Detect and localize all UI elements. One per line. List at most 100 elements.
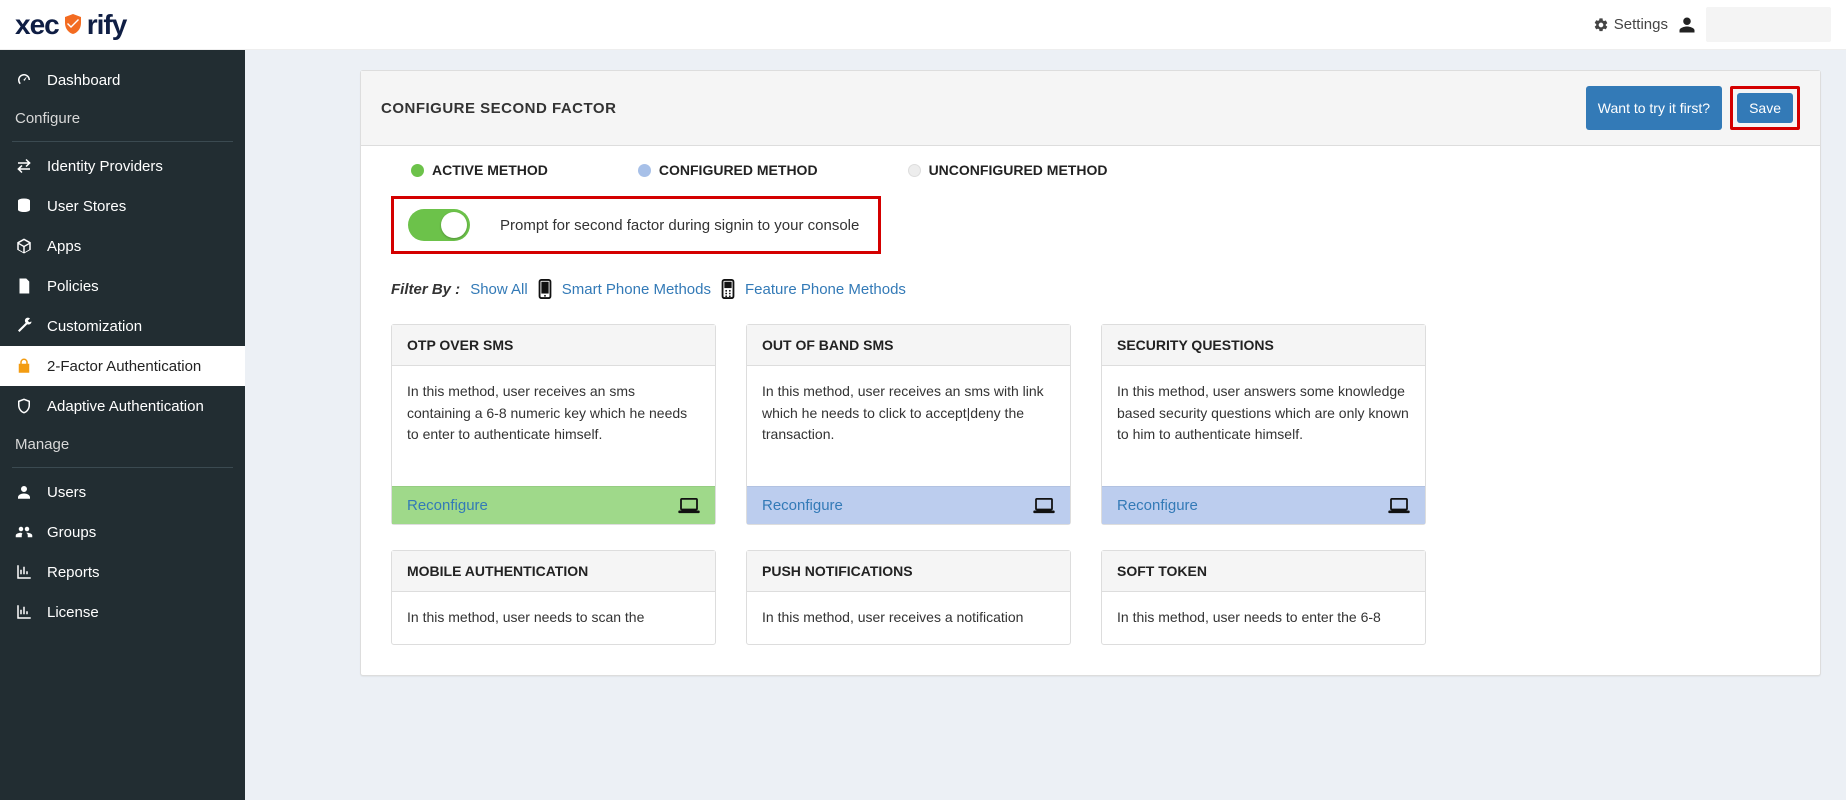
card-title: SECURITY QUESTIONS [1102,325,1425,366]
sidebar-item-users[interactable]: Users [0,472,245,512]
sidebar-item-user-stores[interactable]: User Stores [0,186,245,226]
sidebar-item-dashboard[interactable]: Dashboard [0,60,245,100]
sidebar-section-configure: Configure [0,100,245,137]
laptop-icon [1388,498,1410,514]
card-title: OTP OVER SMS [392,325,715,366]
save-button[interactable]: Save [1737,93,1793,123]
toggle-knob [441,212,467,238]
lock-icon [15,357,33,375]
user-icon [15,483,33,501]
sidebar-item-2fa[interactable]: 2-Factor Authentication [0,346,245,386]
legend-row: ACTIVE METHOD CONFIGURED METHOD UNCONFIG… [391,158,1790,182]
card-desc: In this method, user answers some knowle… [1102,366,1425,486]
sidebar-item-apps[interactable]: Apps [0,226,245,266]
dot-unconfigured-icon [908,164,921,177]
save-highlight: Save [1730,86,1800,130]
card-mobile-auth: MOBILE AUTHENTICATION In this method, us… [391,550,716,645]
laptop-icon [1033,498,1055,514]
database-icon [15,197,33,215]
sidebar-item-identity-providers[interactable]: Identity Providers [0,146,245,186]
topbar: xec rify Settings [0,0,1846,50]
sidebar-item-groups[interactable]: Groups [0,512,245,552]
sidebar-item-license[interactable]: License [0,592,245,632]
divider [12,141,233,142]
card-title: SOFT TOKEN [1102,551,1425,592]
filter-smart-phone[interactable]: Smart Phone Methods [562,281,711,298]
sidebar-item-label: 2-Factor Authentication [47,358,201,375]
card-footer: Reconfigure [392,486,715,524]
sidebar-item-label: Adaptive Authentication [47,398,204,415]
card-footer: Reconfigure [747,486,1070,524]
card-out-of-band-sms: OUT OF BAND SMS In this method, user rec… [746,324,1071,525]
chart-icon [15,563,33,581]
prompt-toggle-label: Prompt for second factor during signin t… [500,217,859,234]
card-title: OUT OF BAND SMS [747,325,1070,366]
sidebar-item-policies[interactable]: Policies [0,266,245,306]
group-icon [15,523,33,541]
filter-row: Filter By : Show All Smart Phone Methods… [391,279,1790,299]
legend-unconfigured: UNCONFIGURED METHOD [908,162,1108,178]
brand-text-pre: xec [15,9,59,41]
card-otp-sms: OTP OVER SMS In this method, user receiv… [391,324,716,525]
panel-header: CONFIGURE SECOND FACTOR Want to try it f… [361,71,1820,146]
shield-icon [61,12,85,36]
user-icon[interactable] [1678,16,1696,34]
laptop-icon [678,498,700,514]
document-icon [15,277,33,295]
brand-logo: xec rify [15,9,126,41]
card-title: PUSH NOTIFICATIONS [747,551,1070,592]
brand-text-post: rify [87,9,127,41]
sidebar-item-label: Users [47,484,86,501]
sidebar-item-label: Identity Providers [47,158,163,175]
method-cards: OTP OVER SMS In this method, user receiv… [391,324,1790,525]
shield-outline-icon [15,397,33,415]
sidebar-item-customization[interactable]: Customization [0,306,245,346]
dashboard-icon [15,71,33,89]
card-push-notifications: PUSH NOTIFICATIONS In this method, user … [746,550,1071,645]
sidebar-item-label: Customization [47,318,142,335]
reconfigure-link[interactable]: Reconfigure [762,497,843,514]
legend-active: ACTIVE METHOD [411,162,548,178]
license-icon [15,603,33,621]
panel-title: CONFIGURE SECOND FACTOR [381,100,616,117]
method-cards-row2: MOBILE AUTHENTICATION In this method, us… [391,550,1790,645]
card-desc: In this method, user needs to scan the [392,592,715,644]
featurephone-icon [721,279,735,299]
prompt-toggle[interactable] [408,209,470,241]
reconfigure-link[interactable]: Reconfigure [1117,497,1198,514]
sidebar-item-label: License [47,604,99,621]
main-content: CONFIGURE SECOND FACTOR Want to try it f… [245,50,1846,800]
sidebar-item-label: Groups [47,524,96,541]
card-desc: In this method, user needs to enter the … [1102,592,1425,644]
try-first-button[interactable]: Want to try it first? [1586,86,1722,130]
gear-icon [1593,17,1609,33]
dot-configured-icon [638,164,651,177]
sidebar-item-label: User Stores [47,198,126,215]
card-security-questions: SECURITY QUESTIONS In this method, user … [1101,324,1426,525]
card-footer: Reconfigure [1102,486,1425,524]
sidebar-item-label: Reports [47,564,100,581]
card-soft-token: SOFT TOKEN In this method, user needs to… [1101,550,1426,645]
divider [12,467,233,468]
smartphone-icon [538,279,552,299]
filter-show-all[interactable]: Show All [470,281,528,298]
filter-feature-phone[interactable]: Feature Phone Methods [745,281,906,298]
dot-active-icon [411,164,424,177]
card-desc: In this method, user receives an sms con… [392,366,715,486]
user-menu[interactable] [1706,7,1831,42]
settings-label: Settings [1614,16,1668,33]
card-title: MOBILE AUTHENTICATION [392,551,715,592]
sidebar-item-adaptive-auth[interactable]: Adaptive Authentication [0,386,245,426]
sidebar: Dashboard Configure Identity Providers U… [0,50,245,800]
reconfigure-link[interactable]: Reconfigure [407,497,488,514]
settings-link[interactable]: Settings [1593,16,1668,33]
card-desc: In this method, user receives a notifica… [747,592,1070,644]
exchange-icon [15,157,33,175]
sidebar-item-label: Apps [47,238,81,255]
legend-configured: CONFIGURED METHOD [638,162,818,178]
sidebar-item-label: Policies [47,278,99,295]
sidebar-item-reports[interactable]: Reports [0,552,245,592]
filter-label: Filter By : [391,281,460,298]
card-desc: In this method, user receives an sms wit… [747,366,1070,486]
prompt-toggle-row: Prompt for second factor during signin t… [391,196,881,254]
